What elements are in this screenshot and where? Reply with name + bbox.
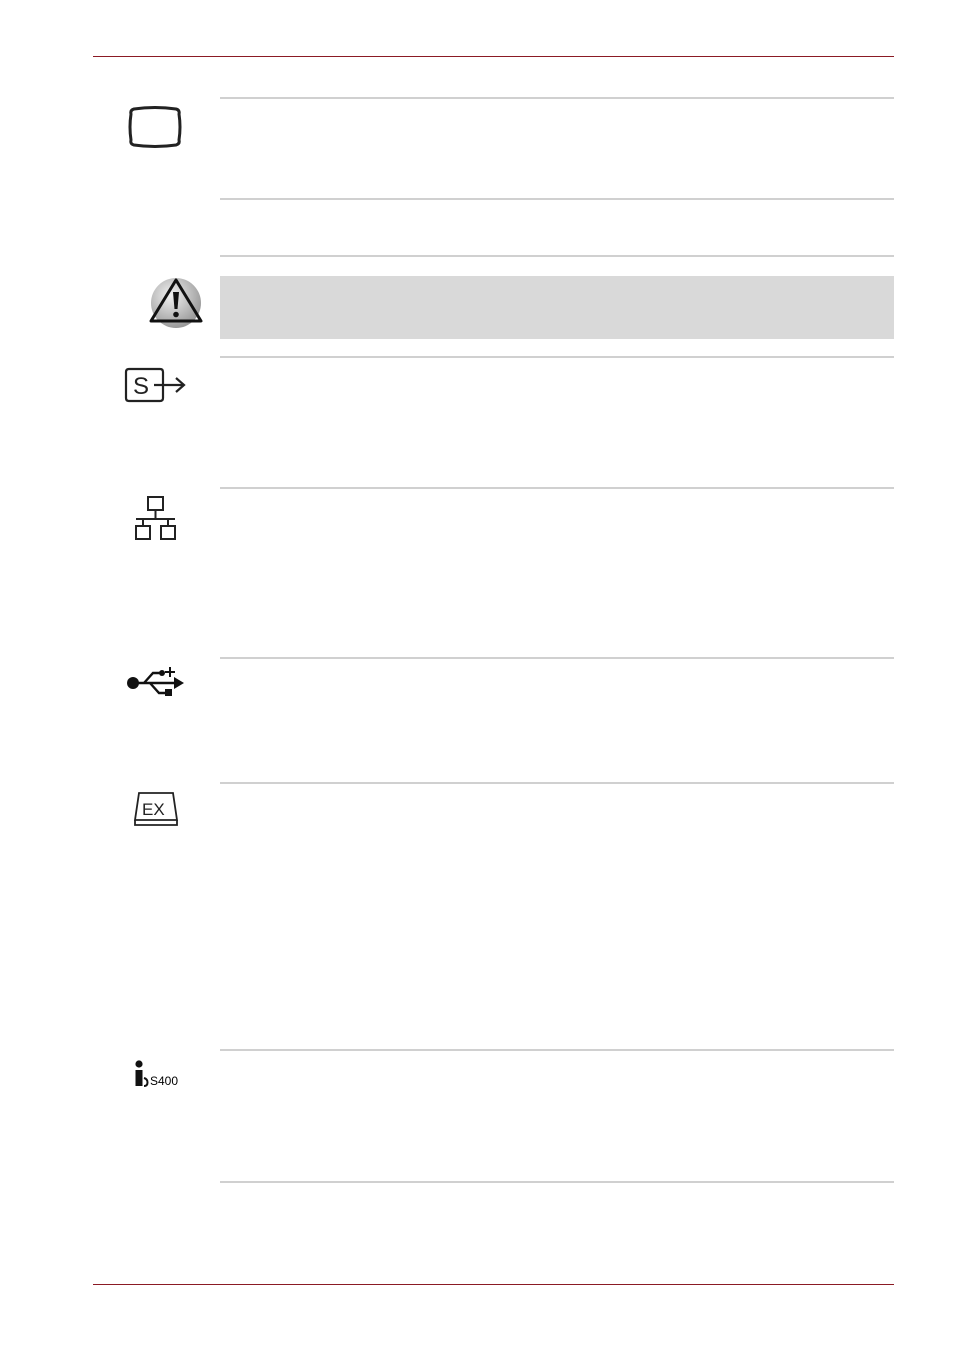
section-divider	[220, 356, 894, 358]
section-divider	[220, 198, 894, 200]
footer-rule	[93, 1284, 894, 1285]
section-divider	[220, 782, 894, 784]
section-divider	[220, 657, 894, 659]
usb-icon	[124, 665, 188, 701]
ilink-s400-icon	[133, 1060, 149, 1088]
monitor-icon	[128, 106, 182, 148]
s-video-out-icon: S	[124, 366, 188, 404]
ilink-s400-label: S400	[150, 1074, 179, 1088]
section-divider	[220, 255, 894, 257]
section-divider	[220, 487, 894, 489]
lan-network-icon	[133, 495, 179, 543]
expresscard-icon: EX	[131, 790, 183, 830]
svg-text:S: S	[133, 373, 149, 400]
section-divider	[220, 97, 894, 99]
caution-box	[220, 276, 894, 339]
header-rule	[93, 56, 894, 57]
section-divider	[220, 1049, 894, 1051]
caution-triangle-icon	[148, 275, 204, 331]
svg-text:EX: EX	[142, 800, 165, 819]
section-divider	[220, 1181, 894, 1183]
